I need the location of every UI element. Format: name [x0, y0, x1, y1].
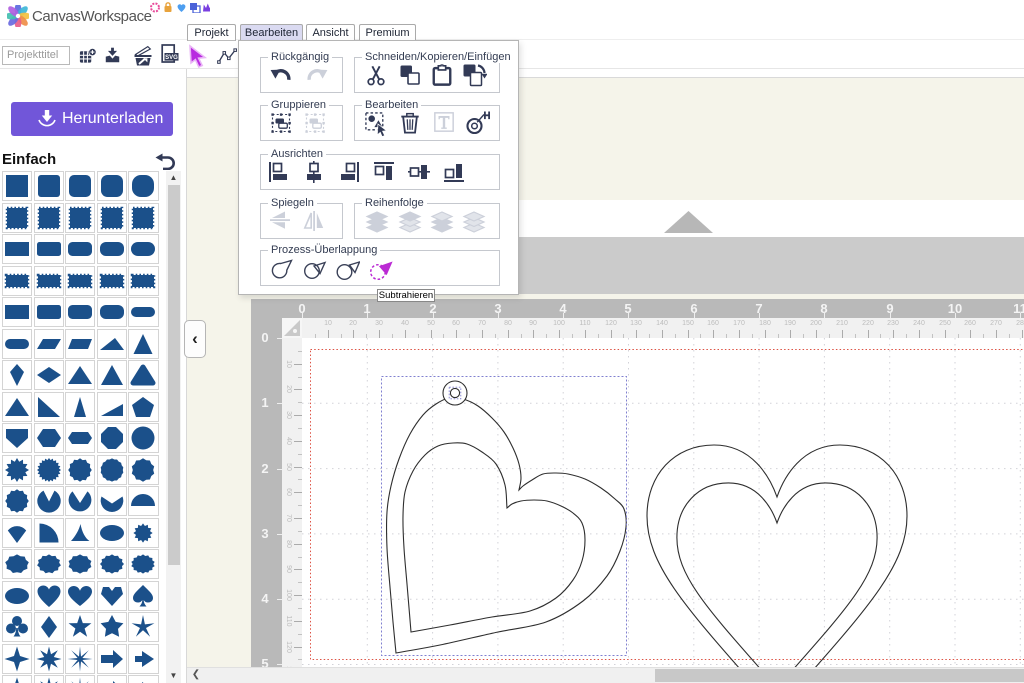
svg-text:SVG: SVG: [165, 55, 178, 61]
